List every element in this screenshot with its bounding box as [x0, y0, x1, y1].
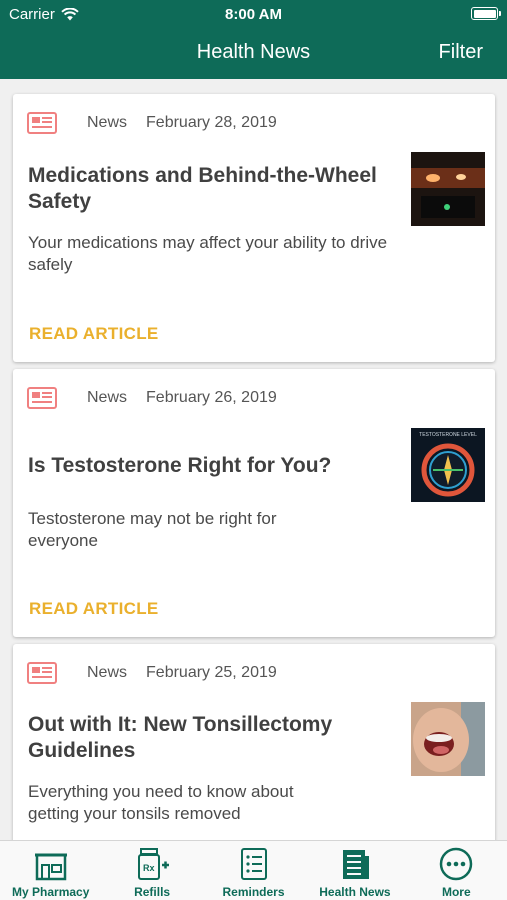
newspaper-icon [342, 850, 369, 879]
article-date: February 25, 2019 [146, 664, 277, 681]
status-time: 8:00 AM [225, 6, 282, 23]
tab-bar: My Pharmacy Rx Refills Reminders Health … [0, 840, 507, 900]
article-card[interactable]: News February 26, 2019 Is Testosterone R… [13, 369, 495, 637]
read-article-button[interactable]: READ ARTICLE [29, 324, 159, 344]
pharmacy-storefront-icon [34, 853, 67, 881]
article-thumbnail[interactable]: TESTOSTERONE LEVEL [411, 428, 485, 502]
article-title[interactable]: Medications and Behind-the-Wheel Safety [28, 163, 378, 215]
article-meta: News February 26, 2019 [27, 385, 277, 411]
checklist-icon [240, 848, 267, 880]
article-thumbnail[interactable] [411, 152, 485, 226]
tab-my-pharmacy[interactable]: My Pharmacy [0, 841, 101, 900]
article-meta: News February 25, 2019 [27, 660, 277, 686]
tab-refills[interactable]: Rx Refills [101, 841, 202, 900]
article-description: Testosterone may not be right for everyo… [28, 509, 277, 550]
tab-reminders[interactable]: Reminders [203, 841, 304, 900]
tab-label: Reminders [222, 885, 285, 899]
tab-more[interactable]: More [406, 841, 507, 900]
more-dots-icon [440, 847, 473, 881]
article-description: Your medications may affect your ability… [28, 233, 388, 274]
newspaper-icon [27, 112, 57, 134]
svg-text:Rx: Rx [143, 863, 155, 873]
status-bar: Carrier 8:00 AM [0, 0, 507, 28]
read-article-button[interactable]: READ ARTICLE [29, 599, 159, 619]
article-title[interactable]: Out with It: New Tonsillectomy Guideline… [28, 712, 358, 764]
app-header: Carrier 8:00 AM Health News Filter [0, 0, 507, 79]
thumbnail-caption: TESTOSTERONE LEVEL [419, 432, 477, 438]
filter-button[interactable]: Filter [439, 41, 483, 64]
article-category: News [87, 664, 128, 681]
newspaper-icon [27, 387, 57, 409]
article-category: News [87, 389, 128, 406]
page-title: Health News [196, 41, 311, 63]
battery-icon [471, 7, 501, 20]
rx-bottle-plus-icon: Rx [138, 848, 170, 880]
tab-label: My Pharmacy [12, 885, 90, 899]
article-date: February 26, 2019 [146, 389, 277, 406]
tab-health-news[interactable]: Health News [304, 841, 405, 900]
article-card[interactable]: News February 25, 2019 Out with It: New … [13, 644, 495, 840]
article-date: February 28, 2019 [146, 114, 277, 131]
article-thumbnail[interactable] [411, 702, 485, 776]
article-meta: News February 28, 2019 [27, 110, 277, 136]
news-feed[interactable]: News February 28, 2019 Medications and B… [0, 79, 507, 840]
article-description: Everything you need to know about gettin… [28, 782, 294, 823]
article-title[interactable]: Is Testosterone Right for You? [28, 453, 378, 479]
newspaper-icon [27, 662, 57, 684]
article-card[interactable]: News February 28, 2019 Medications and B… [13, 94, 495, 362]
tab-label: Refills [134, 885, 171, 899]
tab-label: More [441, 885, 471, 899]
article-category: News [87, 114, 128, 131]
tab-label: Health News [319, 885, 391, 899]
